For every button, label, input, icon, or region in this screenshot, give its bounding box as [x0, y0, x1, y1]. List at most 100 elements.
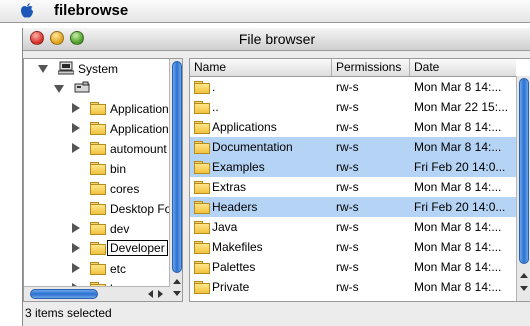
cell-date: Fri Feb 20 14:0...: [414, 200, 506, 214]
cell-permissions: rw-s: [336, 160, 359, 174]
table-row[interactable]: Examples rw-s Fri Feb 20 14:0...: [190, 157, 516, 177]
folder-icon: [90, 162, 106, 175]
disclosure-closed-icon[interactable]: [72, 243, 80, 253]
tree-horizontal-scrollbar[interactable]: [24, 286, 170, 301]
disclosure-closed-icon[interactable]: [72, 143, 80, 153]
scroll-up-icon[interactable]: [520, 273, 528, 278]
scroll-thumb[interactable]: [172, 61, 182, 273]
folder-icon: [194, 181, 210, 194]
cell-permissions: rw-s: [336, 240, 359, 254]
folder-icon: [194, 281, 210, 294]
apple-menu-icon[interactable]: [18, 2, 36, 20]
table-row[interactable]: Palettes rw-s Mon Mar 8 14:...: [190, 257, 516, 277]
folder-icon: [194, 221, 210, 234]
folder-icon: [194, 301, 210, 302]
cell-permissions: rw-s: [336, 260, 359, 274]
tree-item-label: bin: [110, 162, 127, 176]
scroll-down-icon[interactable]: [520, 286, 528, 291]
table-row[interactable]: .. rw-s Mon Mar 22 15:...: [190, 97, 516, 117]
cell-name: Examples: [212, 160, 265, 174]
cell-permissions: rw-s: [336, 100, 359, 114]
folder-icon: [90, 202, 106, 215]
folder-icon: [194, 81, 210, 94]
tree-item-label: Application: [110, 102, 169, 116]
folder-icon: [194, 241, 210, 254]
folder-icon: [90, 242, 106, 255]
file-table[interactable]: Name Permissions Date . rw-s Mon Mar 8 14:…: [189, 58, 530, 302]
scroll-down-icon[interactable]: [173, 291, 181, 296]
tree-item-label: System: [78, 62, 119, 76]
cell-date: Mon Mar 8 14:...: [414, 300, 514, 301]
disclosure-closed-icon[interactable]: [72, 103, 80, 113]
disclosure-open-icon[interactable]: [54, 85, 64, 93]
table-row[interactable]: Headers rw-s Fri Feb 20 14:0...: [190, 197, 516, 217]
scroll-thumb[interactable]: [30, 289, 98, 299]
scroll-left-icon[interactable]: [148, 290, 153, 298]
directory-tree[interactable]: System Application Application automount…: [23, 58, 183, 302]
cell-date: Fri Feb 20 14:0...: [414, 160, 506, 174]
computer-icon: [58, 61, 74, 75]
tree-item-folder[interactable]: Application: [24, 99, 170, 117]
scroll-right-icon[interactable]: [158, 290, 163, 298]
table-row[interactable]: Tools rw-s Mon Mar 8 14:...: [190, 297, 516, 302]
tree-item-folder[interactable]: bin: [24, 159, 170, 177]
tree-item-folder[interactable]: automount: [24, 139, 170, 157]
table-vertical-scrollbar[interactable]: [516, 76, 530, 301]
column-header-name[interactable]: Name: [190, 59, 332, 76]
folder-icon: [90, 122, 106, 135]
scroll-up-icon[interactable]: [173, 279, 181, 284]
cell-name: Java: [212, 220, 238, 234]
disclosure-closed-icon[interactable]: [72, 223, 80, 233]
tree-item-system[interactable]: System: [24, 59, 170, 77]
table-row[interactable]: Applications rw-s Mon Mar 8 14:...: [190, 117, 516, 137]
tree-item-label: cores: [110, 182, 140, 196]
table-row[interactable]: . rw-s Mon Mar 8 14:...: [190, 77, 516, 97]
cell-date: Mon Mar 8 14:...: [414, 280, 502, 294]
title-bar[interactable]: File browser: [23, 28, 530, 51]
selection-count: 3 items selected: [25, 306, 112, 320]
table-row[interactable]: Documentation rw-s Mon Mar 8 14:...: [190, 137, 516, 157]
table-row[interactable]: Makefiles rw-s Mon Mar 8 14:...: [190, 237, 516, 257]
tree-item-folder[interactable]: Application: [24, 119, 170, 137]
disclosure-closed-icon[interactable]: [72, 263, 80, 273]
tree-item-folder[interactable]: Desktop Fo: [24, 199, 172, 217]
folder-icon: [90, 262, 106, 275]
column-header-permissions[interactable]: Permissions: [332, 59, 410, 76]
table-header: Name Permissions Date: [190, 59, 516, 77]
cell-permissions: rw-s: [336, 280, 359, 294]
table-row[interactable]: Extras rw-s Mon Mar 8 14:...: [190, 177, 516, 197]
tree-vertical-scrollbar[interactable]: [169, 59, 182, 301]
app-menu-title[interactable]: filebrowse: [54, 2, 128, 19]
cell-permissions: rw-s: [336, 140, 359, 154]
cell-date: Mon Mar 8 14:...: [414, 260, 502, 274]
cell-name: Makefiles: [212, 240, 263, 254]
scroll-thumb[interactable]: [519, 78, 529, 264]
tree-item-folder[interactable]: Developer: [24, 239, 170, 257]
cell-name: Palettes: [212, 260, 256, 274]
cell-date: Mon Mar 22 15:...: [414, 100, 509, 114]
tree-item-folder[interactable]: cores: [24, 179, 170, 197]
cell-permissions: rw-s: [336, 80, 359, 94]
tree-item-folder[interactable]: etc: [24, 259, 170, 277]
tree-item-drive[interactable]: [24, 79, 170, 97]
tree-item-label: dev: [110, 222, 130, 236]
tree-item-label: etc: [110, 262, 127, 276]
folder-icon: [194, 161, 210, 174]
table-row[interactable]: Private rw-s Mon Mar 8 14:...: [190, 277, 516, 297]
tree-item-label: Developer: [107, 240, 168, 256]
disclosure-open-icon[interactable]: [38, 65, 48, 73]
cell-name: Extras: [212, 180, 247, 194]
folder-icon: [194, 201, 210, 214]
disclosure-closed-icon[interactable]: [72, 123, 80, 133]
table-row[interactable]: Java rw-s Mon Mar 8 14:...: [190, 217, 516, 237]
cell-name: Private: [212, 280, 250, 294]
cell-permissions: rw-s: [336, 120, 359, 134]
tree-item-label: Desktop Fo: [110, 202, 172, 216]
tree-item-folder[interactable]: dev: [24, 219, 170, 237]
cell-name: ..: [212, 100, 219, 114]
folder-icon: [90, 142, 106, 155]
cell-date: Mon Mar 8 14:...: [414, 240, 502, 254]
drive-icon: [74, 81, 90, 93]
cell-date: Mon Mar 8 14:...: [414, 120, 502, 134]
column-header-date[interactable]: Date: [410, 59, 516, 76]
